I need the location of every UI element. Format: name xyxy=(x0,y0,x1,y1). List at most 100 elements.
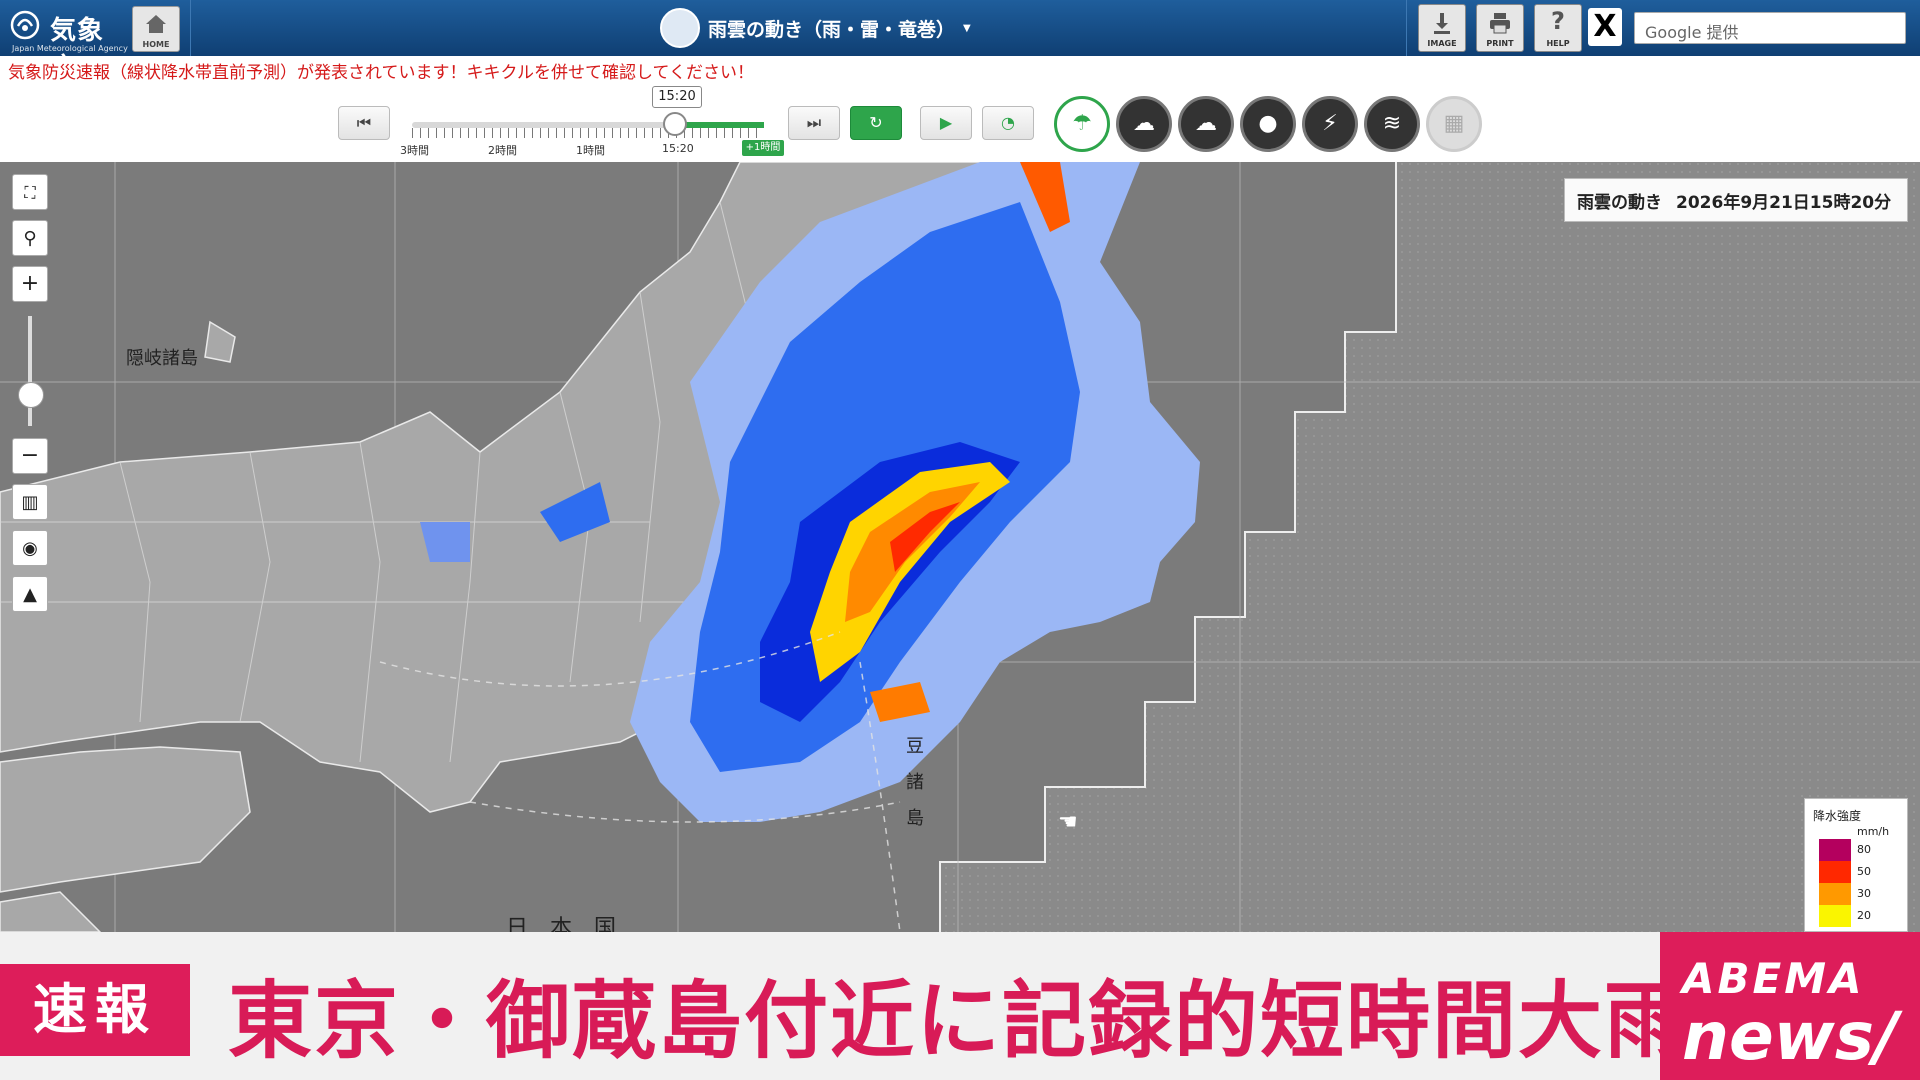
google-search-input[interactable]: Google 提供 xyxy=(1634,12,1906,44)
play-icon: ▶ xyxy=(939,113,953,132)
legend-value-30: 30 xyxy=(1857,887,1871,900)
lightning-icon: ⚡ xyxy=(1322,111,1338,136)
water-drop-icon: ● xyxy=(1258,111,1278,136)
help-label: HELP xyxy=(1546,39,1570,48)
news-wordmark: news/ xyxy=(1682,998,1899,1075)
skip-forward-icon: ⏭ xyxy=(806,113,822,132)
legend-unit: mm/h xyxy=(1857,825,1890,838)
thunder-cloud-layer-button[interactable]: ☁ xyxy=(1116,96,1172,152)
legend-swatch-30 xyxy=(1819,883,1851,905)
map-layer-button[interactable]: ▥ xyxy=(12,484,48,520)
timeline-label-forecast: +1時間 xyxy=(742,140,784,156)
print-button[interactable]: PRINT xyxy=(1476,4,1524,52)
home-label: HOME xyxy=(142,40,170,49)
rain-cloud-icon: ☂ xyxy=(1072,111,1092,136)
location-pin-icon: ⚲ xyxy=(23,228,37,249)
label-oki-islands: 隠岐諸島 xyxy=(126,348,198,369)
news-banner: 速報 東京・御蔵島付近に記録的短時間大雨 ABEMA news/ xyxy=(0,932,1920,1080)
image-label: IMAGE xyxy=(1427,39,1457,48)
play-button[interactable]: ▶ xyxy=(920,106,972,140)
drop-outline-icon: ◉ xyxy=(22,538,38,559)
fullscreen-button[interactable]: ⛶ xyxy=(12,174,48,210)
home-icon xyxy=(146,15,166,33)
top-header: 気象庁 Japan Meteorological Agency HOME 雨雲の… xyxy=(0,0,1920,83)
speedometer-icon: ◔ xyxy=(1001,113,1015,132)
label-izu: 豆 xyxy=(906,736,924,757)
download-icon xyxy=(1434,13,1450,34)
current-location-button[interactable]: ⚲ xyxy=(12,220,48,256)
zoom-slider-handle[interactable] xyxy=(18,382,44,408)
label-island: 島 xyxy=(906,808,924,829)
legend-value-50: 50 xyxy=(1857,865,1871,878)
chevron-down-icon: ▼ xyxy=(963,22,971,34)
fullscreen-icon: ⛶ xyxy=(24,183,36,202)
tornado-cloud-layer-button[interactable]: ☁ xyxy=(1178,96,1234,152)
brand-subtitle: Japan Meteorological Agency xyxy=(12,44,128,53)
refresh-button[interactable]: ↻ xyxy=(850,106,902,140)
water-layer-button[interactable]: ◉ xyxy=(12,530,48,566)
timeline-forecast-range xyxy=(676,122,764,128)
page-title-group[interactable]: 雨雲の動き（雨・雷・竜巻） ▼ xyxy=(660,8,971,48)
zoom-in-button[interactable]: + xyxy=(12,266,48,302)
timeline-label-1h: 1時間 xyxy=(576,144,605,157)
label-islands: 諸 xyxy=(906,772,924,793)
breaking-news-badge: 速報 xyxy=(0,964,190,1056)
minus-icon: − xyxy=(20,443,40,468)
x-share-button[interactable]: X xyxy=(1588,8,1622,46)
cloud-download-icon: ☁ xyxy=(1195,111,1217,136)
precipitation-legend: 降水強度 mm/h 80 50 30 20 xyxy=(1804,798,1908,932)
x-logo-icon: X xyxy=(1593,9,1617,44)
map-info-datetime: 2026年9月21日15時20分 xyxy=(1676,192,1892,213)
zoom-out-button[interactable]: − xyxy=(12,438,48,474)
home-button[interactable]: HOME xyxy=(132,6,180,52)
rain-drop-layer-button[interactable]: ● xyxy=(1240,96,1296,152)
map-icon: ▥ xyxy=(21,492,39,513)
legend-value-20: 20 xyxy=(1857,909,1871,922)
timeline-handle[interactable] xyxy=(663,112,687,136)
image-download-button[interactable]: IMAGE xyxy=(1418,4,1466,52)
search-placeholder: Google 提供 xyxy=(1645,23,1739,42)
jma-emblem-icon xyxy=(10,10,40,40)
plus-icon: + xyxy=(20,271,40,296)
warning-message[interactable]: 気象防災速報（線状降水帯直前予測）が発表されています！キキクルを併せて確認してく… xyxy=(8,58,754,83)
hand-cursor-icon: ☚ xyxy=(1058,810,1078,835)
timeline-current-time: 15:20 xyxy=(652,86,702,108)
wind-cloud-icon: ≋ xyxy=(1382,111,1402,136)
abema-wordmark: ABEMA xyxy=(1682,954,1865,1003)
jma-logo[interactable]: 気象庁 Japan Meteorological Agency xyxy=(6,6,128,83)
page-title: 雨雲の動き（雨・雷・竜巻） xyxy=(708,18,956,41)
print-label: PRINT xyxy=(1486,39,1514,48)
refresh-icon: ↻ xyxy=(869,113,883,132)
skip-to-end-button[interactable]: ⏭ xyxy=(788,106,840,140)
legend-swatch-20 xyxy=(1819,905,1851,927)
wind-layer-button[interactable]: ≋ xyxy=(1364,96,1420,152)
radar-map[interactable]: 隠岐諸島 豆 諸 島 日 本 国 ☚ ⛶ ⚲ + − ▥ ◉ ▲ xyxy=(0,162,1920,932)
timeline-ticks xyxy=(412,128,764,138)
timeline-label-2h: 2時間 xyxy=(488,144,517,157)
zoom-slider-track[interactable] xyxy=(28,316,32,426)
speed-button[interactable]: ◔ xyxy=(982,106,1034,140)
skip-to-start-button[interactable]: ⏮ xyxy=(338,106,390,140)
legend-swatch-80 xyxy=(1819,839,1851,861)
header-divider xyxy=(190,0,191,56)
header-divider-right xyxy=(1406,0,1407,56)
disabled-layer-button: ▦ xyxy=(1426,96,1482,152)
abema-news-logo: ABEMA news/ xyxy=(1660,932,1920,1080)
legend-value-80: 80 xyxy=(1857,843,1871,856)
legend-title: 降水強度 xyxy=(1813,809,1862,823)
map-time-info: 雨雲の動き 2026年9月21日15時20分 xyxy=(1564,178,1908,222)
question-icon: ? xyxy=(1551,7,1565,35)
cloud-upload-icon: ☁ xyxy=(1133,111,1155,136)
terrain-layer-button[interactable]: ▲ xyxy=(12,576,48,612)
news-headline: 東京・御蔵島付近に記録的短時間大雨 xyxy=(228,972,1691,1070)
hatched-icon: ▦ xyxy=(1443,111,1465,136)
mountain-icon: ▲ xyxy=(23,584,37,605)
rain-cloud-layer-button[interactable]: ☂ xyxy=(1054,96,1110,152)
timeline-label-3h: 3時間 xyxy=(400,144,429,157)
legend-swatch-50 xyxy=(1819,861,1851,883)
timeline-label-now: 15:20 xyxy=(662,142,694,155)
lightning-layer-button[interactable]: ⚡ xyxy=(1302,96,1358,152)
help-button[interactable]: ? HELP xyxy=(1534,4,1582,52)
map-info-title: 雨雲の動き xyxy=(1577,192,1662,213)
printer-icon xyxy=(1490,13,1510,34)
